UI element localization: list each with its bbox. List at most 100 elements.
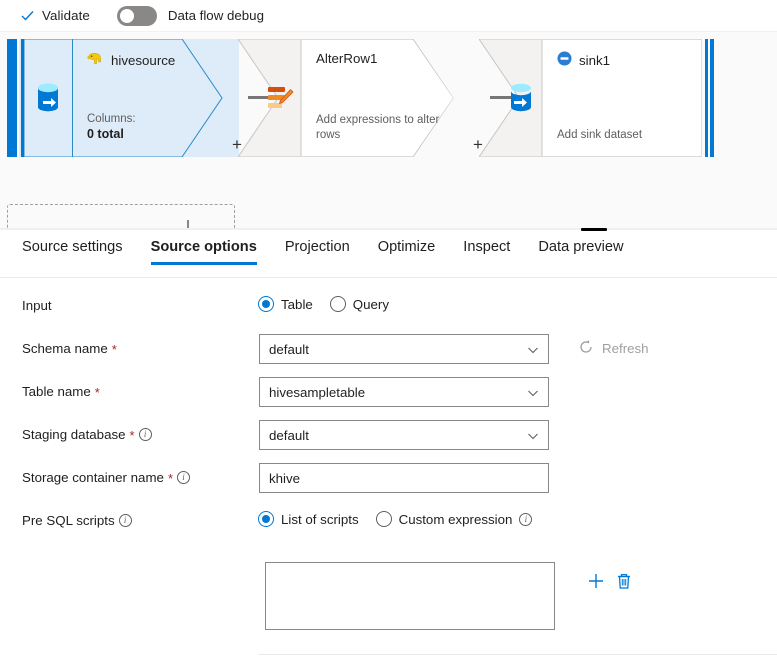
tab-source-options[interactable]: Source options [151, 237, 257, 265]
selection-bar-right-secondary [705, 39, 708, 157]
settings-tabs: Source settings Source options Projectio… [0, 237, 777, 278]
storage-container-name-label-text: Storage container name [22, 470, 164, 485]
schema-name-value: default [269, 342, 309, 357]
node-title-row: hivesource [87, 51, 212, 70]
table-name-control: hivesampletable [259, 377, 549, 407]
selection-bar-right [710, 39, 714, 157]
radio-custom-expression[interactable]: Custom expression i [376, 511, 533, 527]
pre-sql-scripts-editor [0, 546, 777, 640]
table-name-dropdown[interactable]: hivesampletable [259, 377, 549, 407]
radio-indicator [258, 296, 274, 312]
node-title-row: sink1 [557, 51, 683, 69]
node-columns-info: Columns: 0 total [87, 112, 136, 143]
staging-database-dropdown[interactable]: default [259, 420, 549, 450]
columns-count: 0 total [87, 127, 124, 141]
field-row-input: Input Table Query [0, 288, 777, 331]
storage-container-name-input[interactable]: khive [259, 463, 549, 493]
staging-database-control: default [259, 420, 549, 450]
selection-bar [7, 39, 19, 157]
staging-database-value: default [269, 428, 309, 443]
info-icon[interactable]: i [119, 514, 132, 527]
staging-database-label-text: Staging database [22, 427, 126, 442]
radio-input-table[interactable]: Table [258, 296, 313, 312]
info-icon[interactable]: i [177, 471, 190, 484]
table-name-value: hivesampletable [269, 385, 365, 400]
checkmark-icon [20, 8, 35, 23]
data-flow-debug-label: Data flow debug [168, 8, 264, 23]
columns-label: Columns: [87, 113, 136, 125]
node-title-row: AlterRow1 [316, 51, 442, 66]
refresh-label: Refresh [602, 341, 649, 356]
delete-script-button[interactable] [613, 570, 635, 592]
node-name: AlterRow1 [316, 51, 377, 66]
schema-name-label-text: Schema name [22, 341, 108, 356]
node-sink1[interactable]: sink1 Add sink dataset [479, 39, 714, 157]
chevron-down-icon [527, 344, 539, 359]
tab-projection[interactable]: Projection [285, 237, 350, 265]
node-description: Add expressions to alter rows [316, 113, 452, 143]
radio-indicator [330, 296, 346, 312]
data-flow-debug-toggle[interactable] [117, 6, 157, 26]
radio-indicator [376, 511, 392, 527]
field-row-staging-database: Staging database * i default [0, 417, 777, 460]
data-flow-canvas[interactable]: hivesource Columns: 0 total + [0, 31, 777, 229]
refresh-button[interactable]: Refresh [578, 339, 649, 358]
tab-inspect[interactable]: Inspect [463, 237, 510, 265]
info-icon[interactable]: i [139, 428, 152, 441]
node-name: sink1 [579, 53, 610, 68]
alter-row-icon [259, 39, 301, 157]
trash-icon [614, 571, 634, 591]
radio-list-of-scripts[interactable]: List of scripts [258, 511, 359, 527]
required-asterisk: * [168, 472, 173, 485]
field-row-pre-sql-scripts: Pre SQL scripts i List of scripts Custom… [0, 503, 777, 546]
plus-icon [586, 571, 606, 591]
radio-label: Table [281, 297, 313, 312]
tab-optimize[interactable]: Optimize [378, 237, 436, 265]
node-description: Add sink dataset [557, 128, 642, 143]
chevron-down-icon [527, 387, 539, 402]
node-hivesource[interactable]: hivesource Columns: 0 total + [7, 39, 239, 157]
validate-button[interactable]: Validate [20, 0, 90, 31]
script-textarea[interactable] [265, 562, 555, 630]
pre-sql-scripts-label-text: Pre SQL scripts [22, 513, 115, 528]
input-radio-group: Table Query [258, 296, 389, 312]
radio-input-query[interactable]: Query [330, 296, 389, 312]
storage-container-name-value: khive [269, 471, 300, 486]
node-drop-placeholder[interactable] [7, 204, 235, 229]
sink-database-icon [500, 39, 542, 157]
radio-label: Query [353, 297, 389, 312]
radio-label: List of scripts [281, 512, 359, 527]
tab-data-preview[interactable]: Data preview [538, 237, 623, 265]
field-row-table-name: Table name * hivesampletable [0, 374, 777, 417]
source-options-form: Input Table Query Schema name [0, 288, 777, 640]
required-asterisk: * [95, 386, 100, 399]
bottom-divider [258, 654, 777, 655]
table-name-label-text: Table name [22, 384, 91, 399]
panel-splitter-grip[interactable] [581, 228, 607, 231]
tabs-divider [0, 277, 777, 278]
data-flow-editor: Validate Data flow debug [0, 0, 777, 661]
radio-indicator [258, 511, 274, 527]
info-icon[interactable]: i [519, 513, 532, 526]
command-bar: Validate Data flow debug [0, 0, 777, 31]
required-asterisk: * [130, 429, 135, 442]
input-label-text: Input [22, 298, 52, 313]
tab-source-settings[interactable]: Source settings [22, 237, 123, 265]
data-flow-debug-group: Data flow debug [117, 6, 264, 26]
schema-name-label: Schema name * [22, 341, 117, 356]
add-script-button[interactable] [585, 570, 607, 592]
table-name-label: Table name * [22, 384, 100, 399]
field-row-storage-container-name: Storage container name * i khive [0, 460, 777, 503]
node-alterrow1[interactable]: AlterRow1 Add expressions to alter rows … [238, 39, 480, 157]
schema-name-dropdown[interactable]: default [259, 334, 549, 364]
validate-label: Validate [42, 8, 90, 23]
refresh-icon [578, 339, 594, 358]
rest-sink-icon [557, 51, 572, 69]
chevron-down-icon [527, 430, 539, 445]
input-label: Input [22, 298, 52, 313]
field-row-schema-name: Schema name * default Refre [0, 331, 777, 374]
toggle-knob [120, 9, 134, 23]
source-database-icon [24, 39, 72, 157]
hive-elephant-icon [87, 51, 104, 70]
node-name: hivesource [111, 53, 175, 68]
